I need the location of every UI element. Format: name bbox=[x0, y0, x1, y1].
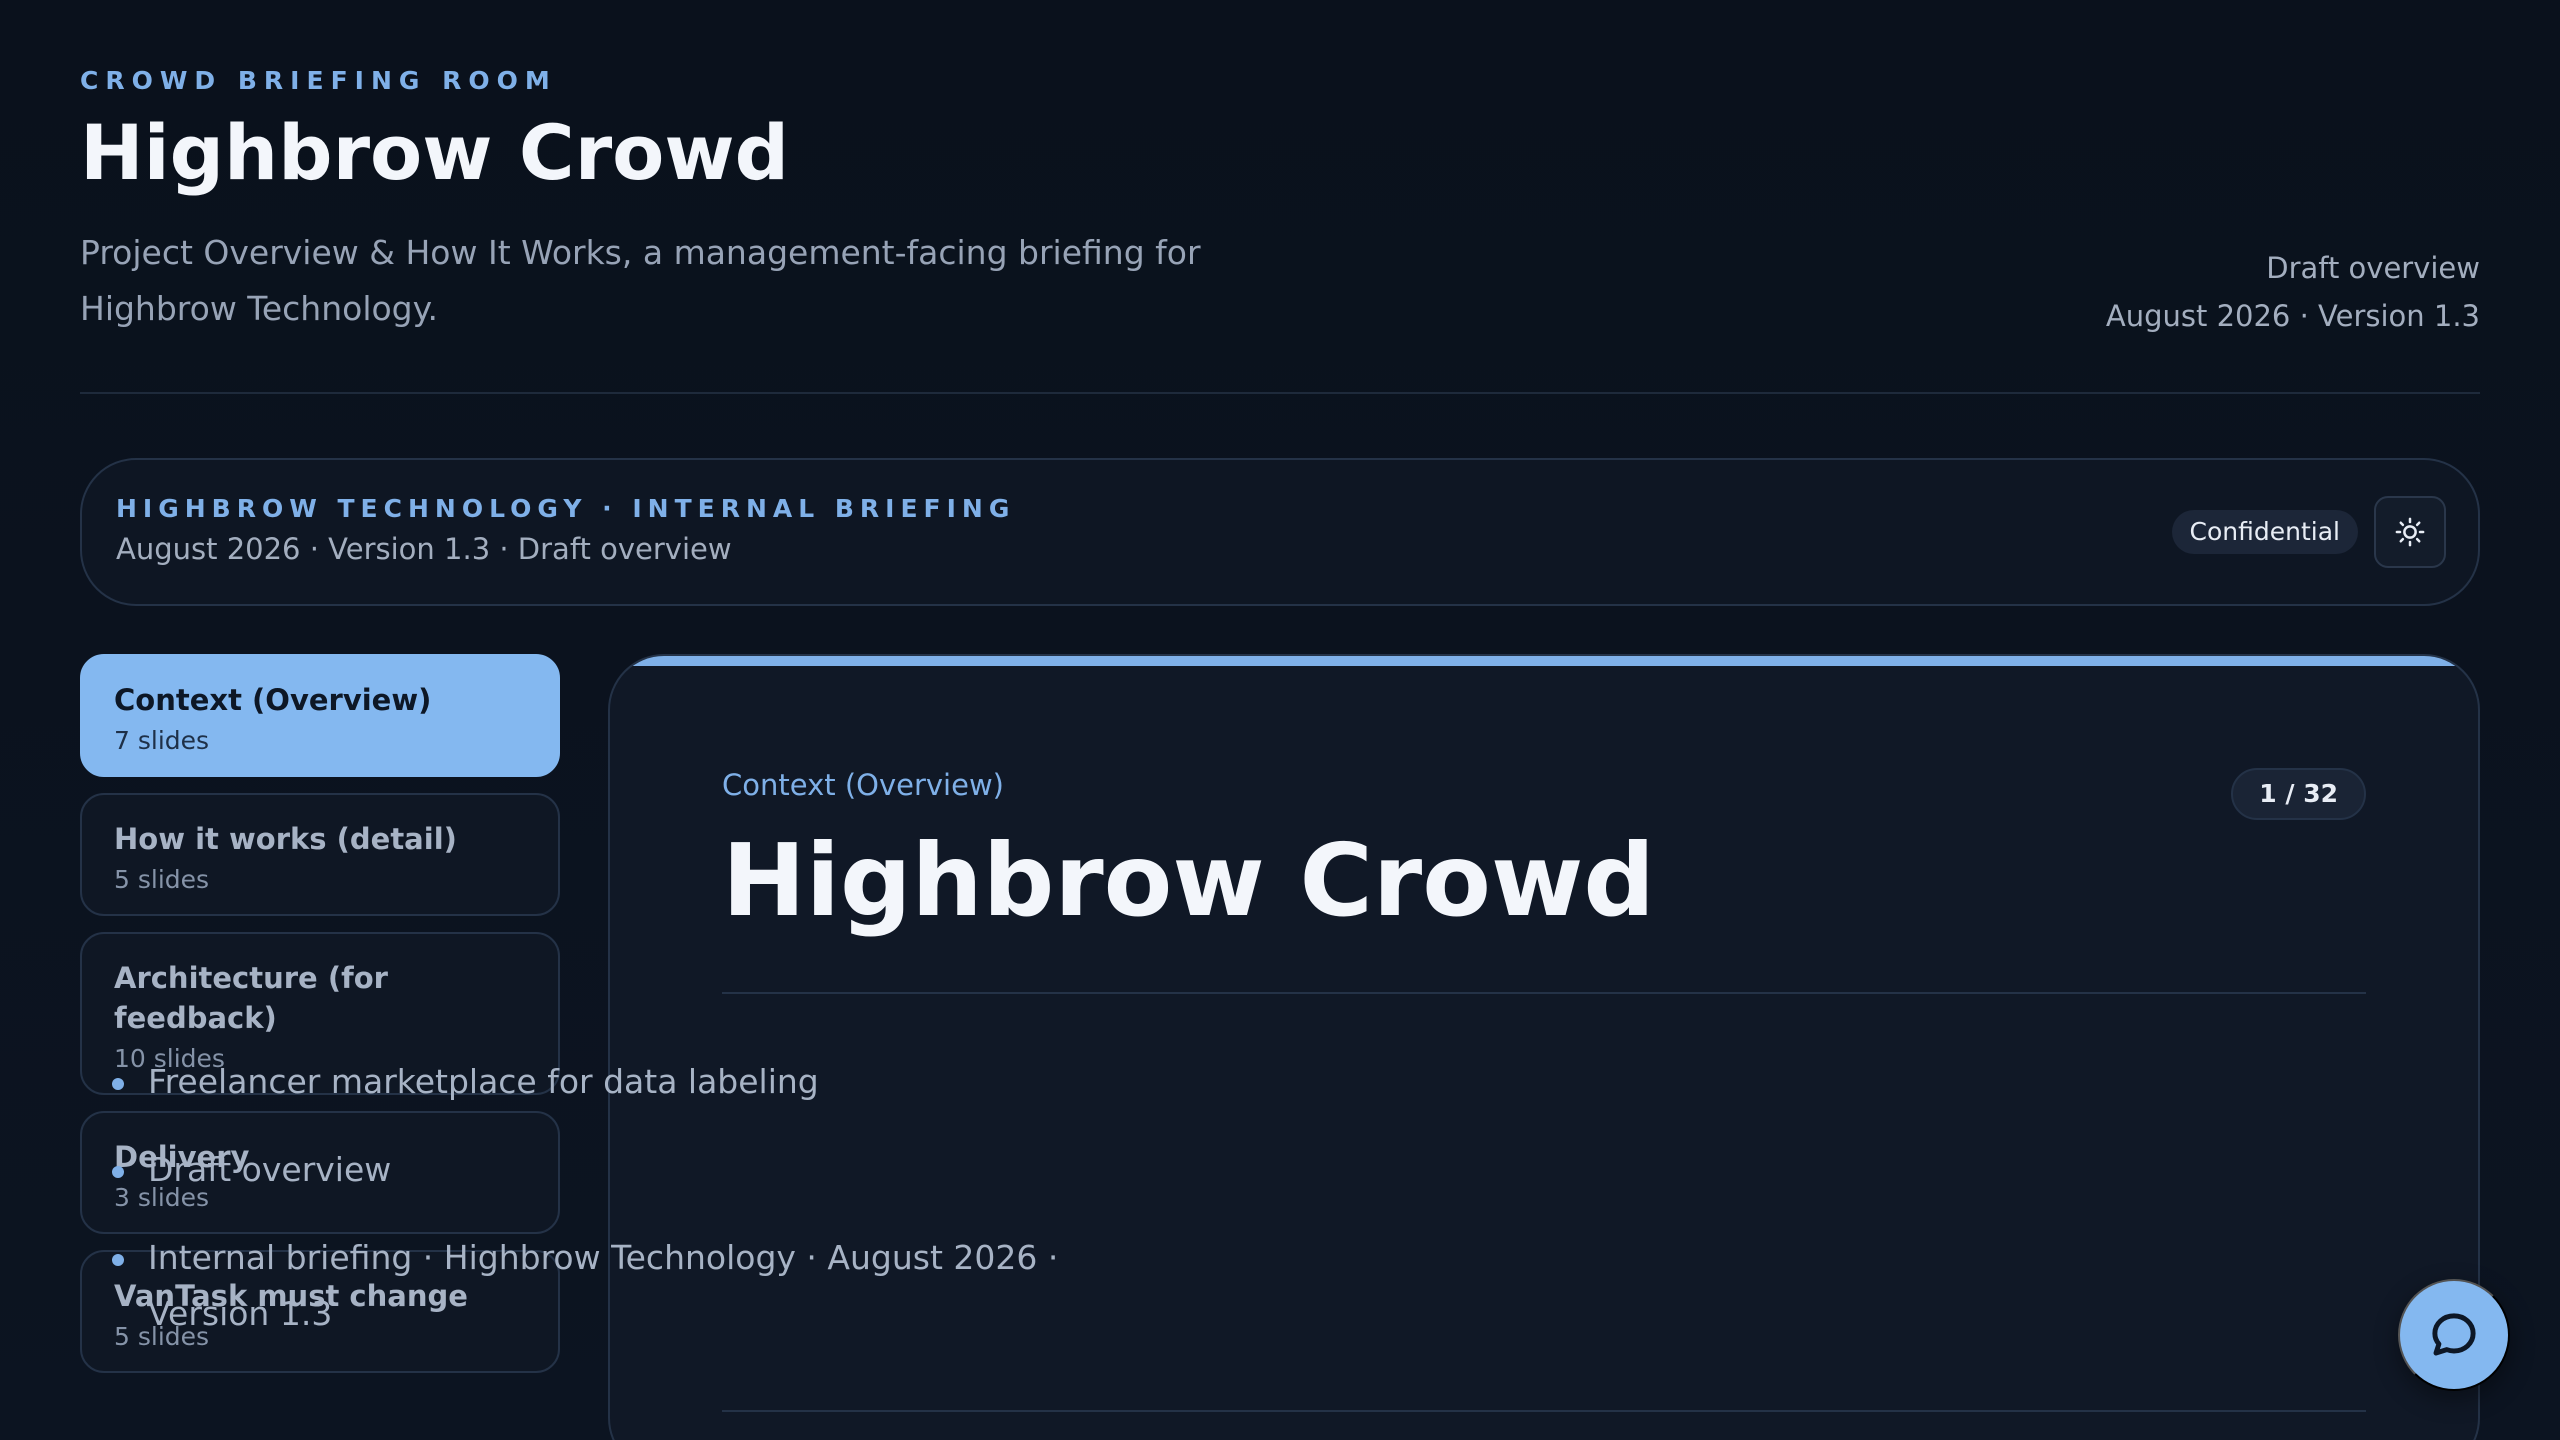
slide-section-label: Context (Overview) bbox=[722, 768, 1004, 802]
slide-divider-bottom bbox=[722, 1410, 2366, 1412]
confidential-badge: Confidential bbox=[2171, 510, 2358, 554]
header-divider bbox=[80, 392, 2480, 394]
page-subtitle: Project Overview & How It Works, a manag… bbox=[80, 233, 1201, 328]
section-count: 7 slides bbox=[114, 726, 210, 755]
theme-toggle-button[interactable] bbox=[2374, 496, 2446, 568]
status-text: Draft overview bbox=[2266, 251, 2480, 285]
bullet-dot bbox=[112, 1078, 124, 1090]
date-version-text: August 2026 · Version 1.3 bbox=[2105, 299, 2480, 333]
sidebar-item-how-it-works[interactable]: How it works (detail) 5 slides bbox=[80, 793, 560, 916]
bullet-dot bbox=[112, 1166, 124, 1178]
chat-button[interactable] bbox=[2398, 1279, 2510, 1391]
briefing-meta: August 2026 · Version 1.3 · Draft overvi… bbox=[116, 532, 732, 566]
sidebar-item-context-overview[interactable]: Context (Overview) 7 slides bbox=[80, 654, 560, 777]
slide-title: Highbrow Crowd bbox=[722, 822, 1655, 939]
section-count: 5 slides bbox=[114, 865, 210, 894]
briefing-eyebrow: HIGHBROW TECHNOLOGY · INTERNAL BRIEFING bbox=[116, 494, 1016, 523]
slide-bullet-list: Freelancer marketplace for data labeling… bbox=[112, 1054, 1112, 1374]
list-item: Internal briefing · Highbrow Technology … bbox=[112, 1230, 1112, 1342]
section-name: Architecture (for feedback) bbox=[114, 961, 388, 1035]
page-title: Highbrow Crowd bbox=[80, 108, 790, 197]
bullet-dot bbox=[112, 1254, 124, 1266]
slide-accent-bar bbox=[610, 656, 2478, 666]
briefing-bar: HIGHBROW TECHNOLOGY · INTERNAL BRIEFING … bbox=[80, 458, 2480, 606]
slide-divider-top bbox=[722, 992, 2366, 994]
chat-bubble-icon bbox=[2432, 1313, 2476, 1356]
section-name: Context (Overview) bbox=[114, 683, 432, 717]
page-eyebrow: CROWD BRIEFING ROOM bbox=[80, 66, 557, 95]
sun-icon bbox=[2395, 517, 2425, 547]
header-meta: Draft overview August 2026 · Version 1.3 bbox=[2106, 244, 2480, 340]
list-item: Draft overview bbox=[112, 1142, 1112, 1198]
slide-counter: 1 / 32 bbox=[2231, 768, 2366, 820]
briefing-room-page: CROWD BRIEFING ROOM Highbrow Crowd Proje… bbox=[0, 0, 2560, 1440]
section-name: How it works (detail) bbox=[114, 822, 457, 856]
list-item: Freelancer marketplace for data labeling bbox=[112, 1054, 1112, 1110]
